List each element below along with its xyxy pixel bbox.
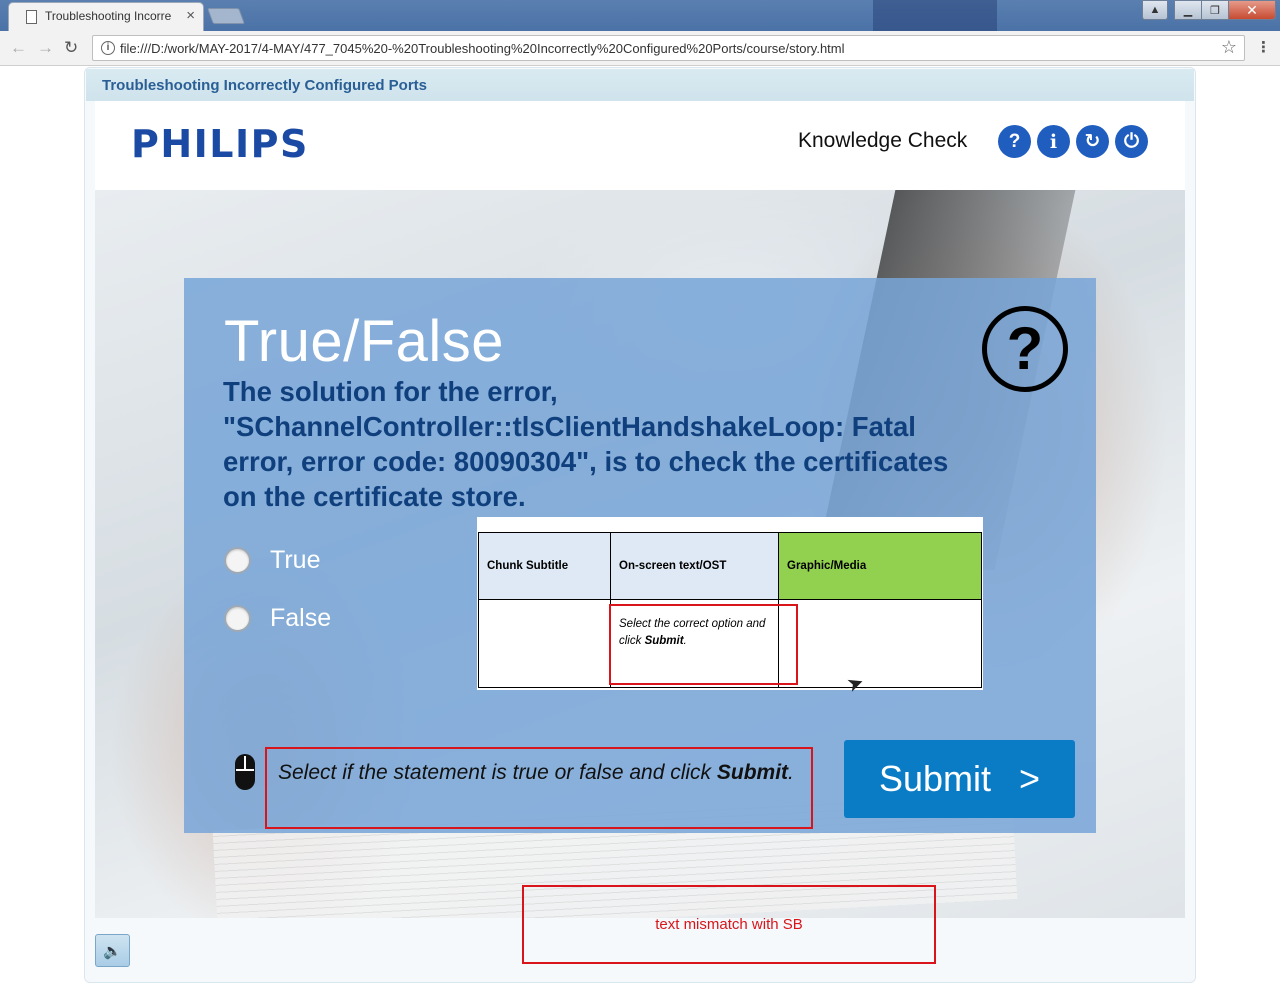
close-window-button[interactable]: ✕	[1228, 0, 1276, 20]
table-header: Chunk Subtitle	[478, 532, 611, 600]
review-highlight-box	[265, 747, 813, 829]
table-cell	[778, 599, 982, 688]
philips-logo: PHILIPS	[131, 122, 309, 166]
option-false[interactable]: False	[224, 604, 331, 633]
audio-toggle-button[interactable]: 🔈	[95, 934, 130, 967]
review-highlight-box	[609, 604, 798, 685]
browser-menu-icon[interactable]: ⋮	[1256, 38, 1271, 56]
table-header-row: Chunk Subtitle On-screen text/OST Graphi…	[478, 532, 982, 600]
option-label-true[interactable]: True	[270, 546, 320, 575]
new-tab-button[interactable]	[207, 8, 245, 24]
chevron-right-icon[interactable]: >	[1019, 758, 1040, 800]
back-arrow-icon[interactable]: ←	[10, 38, 27, 58]
option-true[interactable]: True	[224, 546, 320, 575]
document-icon	[26, 10, 37, 24]
background-window-tools	[873, 0, 997, 31]
question-text: The solution for the error, "SChannelCon…	[223, 376, 949, 512]
table-header: On-screen text/OST	[610, 532, 779, 600]
background-window-title	[390, 10, 393, 22]
reload-icon[interactable]: ↻	[64, 38, 78, 58]
question-type-heading: True/False	[224, 309, 505, 374]
option-label-false[interactable]: False	[270, 604, 331, 633]
info-button[interactable]: i	[1037, 125, 1070, 158]
exit-button[interactable]: ⏻	[1115, 125, 1148, 158]
address-bar[interactable]: i file:///D:/work/MAY-2017/4-MAY/477_704…	[92, 35, 1245, 61]
question-circle-icon: ?	[982, 306, 1068, 392]
storyboard-table-overlay: Chunk Subtitle On-screen text/OST Graphi…	[477, 517, 983, 697]
bookmark-star-icon[interactable]: ☆	[1221, 37, 1237, 58]
table-header: Graphic/Media	[778, 532, 982, 600]
table-cell	[478, 599, 611, 688]
mouse-icon	[235, 754, 255, 790]
slide-header: PHILIPS Knowledge Check ? i ↻ ⏻	[95, 101, 1185, 190]
user-profile-icon[interactable]: ▲	[1142, 0, 1168, 20]
radio-false[interactable]	[224, 605, 251, 632]
course-title: Troubleshooting Incorrectly Configured P…	[102, 77, 428, 94]
browser-titlebar: Troubleshooting Incorre × ▲ ▁ ❐ ✕	[0, 0, 1280, 31]
radio-true[interactable]	[224, 547, 251, 574]
review-comment-text: text mismatch with SB	[655, 916, 803, 933]
close-tab-icon[interactable]: ×	[186, 7, 195, 24]
minimize-button[interactable]: ▁	[1174, 0, 1202, 20]
url-text[interactable]: file:///D:/work/MAY-2017/4-MAY/477_7045%…	[120, 41, 845, 56]
submit-button[interactable]: Submit >	[844, 740, 1075, 818]
review-comment-box: text mismatch with SB	[522, 885, 936, 964]
tab-title: Troubleshooting Incorre	[45, 9, 172, 23]
section-title: Knowledge Check	[798, 129, 968, 152]
browser-toolbar: ← → ↻ i file:///D:/work/MAY-2017/4-MAY/4…	[0, 31, 1280, 66]
slide: PHILIPS Knowledge Check ? i ↻ ⏻ True/Fal…	[95, 101, 1185, 918]
help-button[interactable]: ?	[998, 125, 1031, 158]
forward-arrow-icon[interactable]: →	[37, 38, 54, 58]
maximize-button[interactable]: ❐	[1201, 0, 1229, 20]
replay-button[interactable]: ↻	[1076, 125, 1109, 158]
submit-label[interactable]: Submit	[879, 758, 991, 800]
browser-tab[interactable]: Troubleshooting Incorre ×	[8, 2, 204, 31]
question-panel: True/False ? The solution for the error,…	[184, 278, 1096, 833]
site-info-icon[interactable]: i	[101, 41, 115, 55]
course-title-bar: Troubleshooting Incorrectly Configured P…	[86, 69, 1194, 101]
speaker-icon: 🔈	[103, 942, 122, 960]
